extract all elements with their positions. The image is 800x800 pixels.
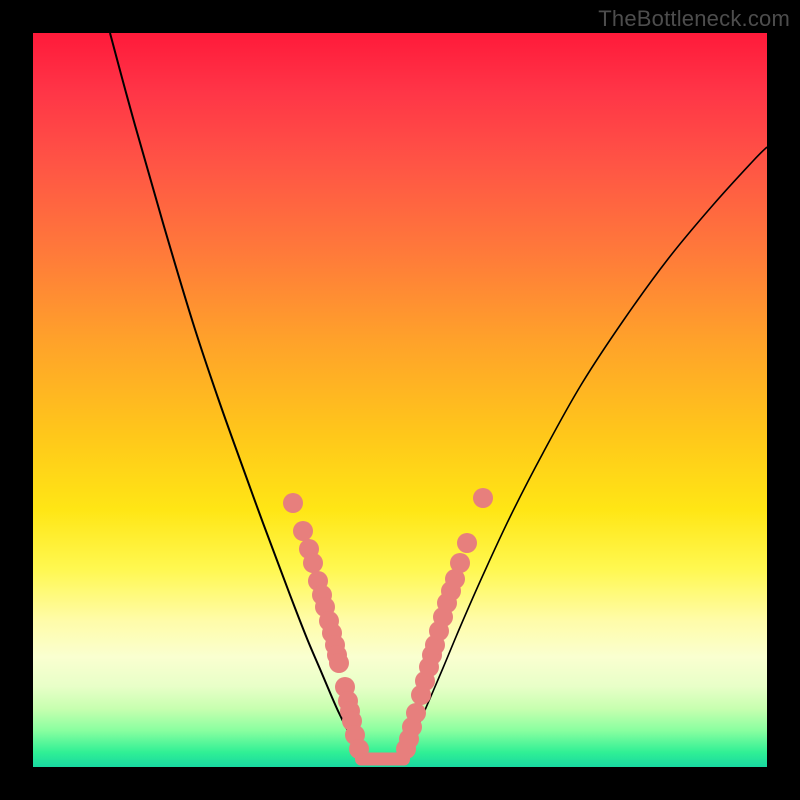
watermark-text: TheBottleneck.com <box>598 6 790 32</box>
left-curve <box>110 33 363 755</box>
left-markers <box>283 493 369 759</box>
marker-dot <box>293 521 313 541</box>
chart-svg <box>33 33 767 767</box>
marker-dot <box>329 653 349 673</box>
right-markers <box>396 488 493 759</box>
marker-dot <box>457 533 477 553</box>
marker-dot <box>303 553 323 573</box>
marker-dot <box>283 493 303 513</box>
right-curve <box>403 147 767 758</box>
marker-dot <box>349 739 369 759</box>
marker-dot <box>450 553 470 573</box>
chart-frame: TheBottleneck.com <box>0 0 800 800</box>
marker-dot <box>473 488 493 508</box>
marker-dot <box>406 703 426 723</box>
plot-area <box>33 33 767 767</box>
